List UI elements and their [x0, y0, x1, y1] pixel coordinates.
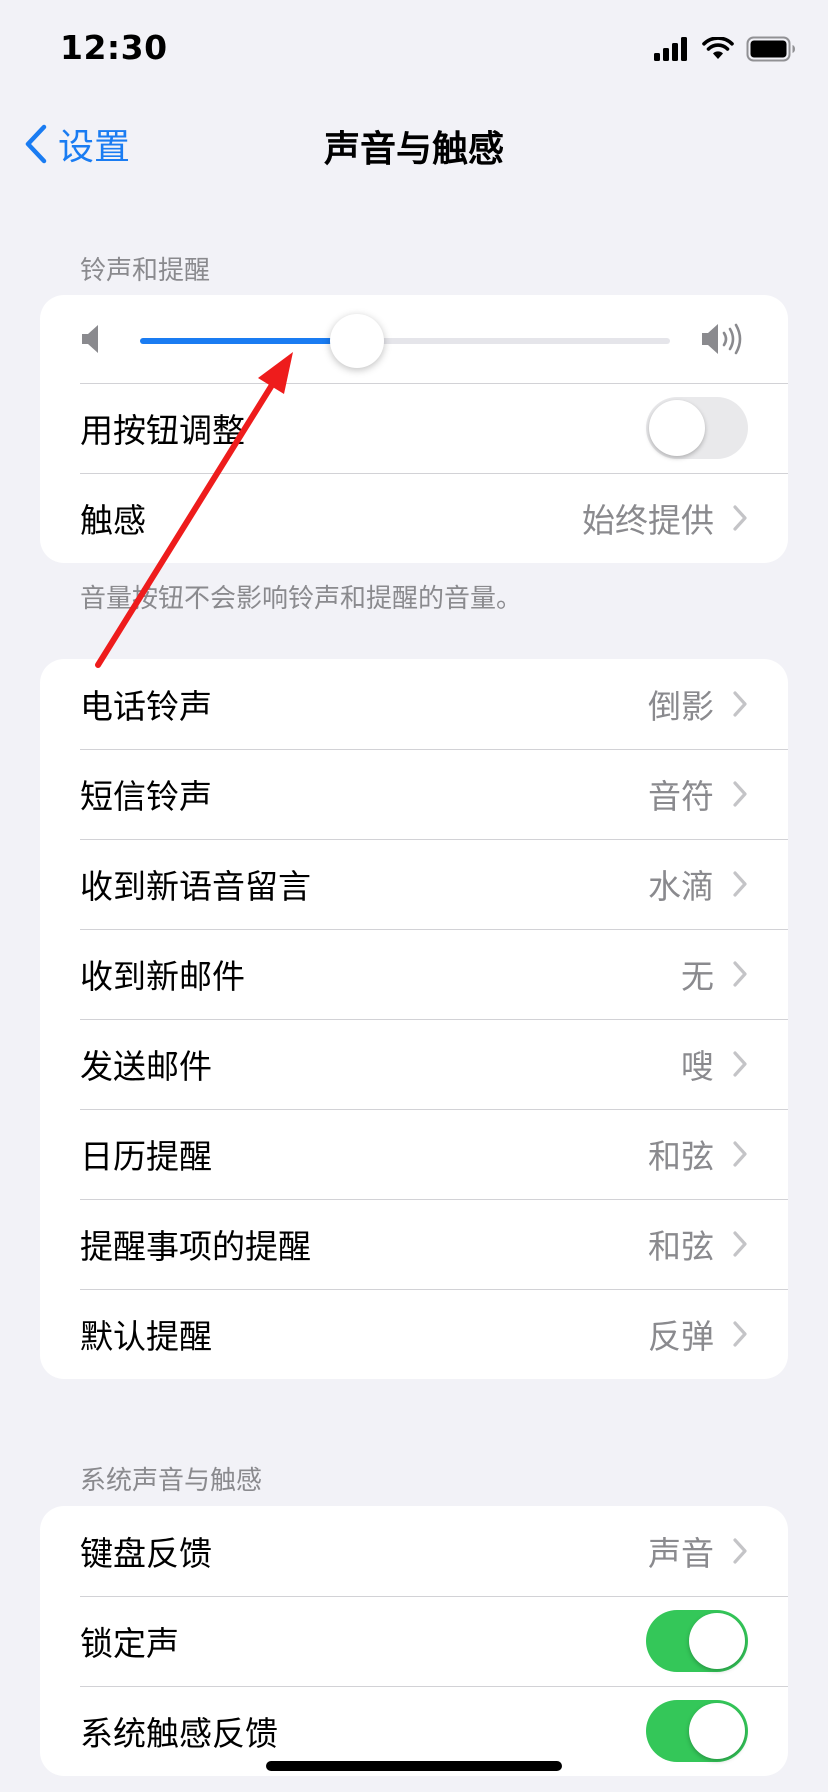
chevron-right-icon: [732, 1050, 748, 1078]
lock-sound-toggle[interactable]: [646, 1610, 748, 1672]
sound-row-4[interactable]: 发送邮件 嗖: [40, 1019, 788, 1109]
keyboard-feedback-row[interactable]: 键盘反馈 声音: [40, 1506, 788, 1596]
sound-row-0[interactable]: 电话铃声 倒影: [40, 659, 788, 749]
system-card: 键盘反馈 声音 锁定声 系统触感反馈: [40, 1506, 788, 1776]
system-haptics-label: 系统触感反馈: [80, 1714, 278, 1753]
chevron-right-icon: [732, 690, 748, 718]
ringer-card: 用按钮调整 触感 始终提供: [40, 295, 788, 563]
speaker-low-icon: [82, 325, 98, 353]
battery-icon: [746, 36, 795, 62]
sound-row-5[interactable]: 日历提醒 和弦: [40, 1109, 788, 1199]
sound-value: 无: [681, 957, 714, 996]
sound-label: 收到新语音留言: [80, 867, 311, 906]
sound-label: 收到新邮件: [80, 957, 245, 996]
sounds-card: 电话铃声 倒影 短信铃声 音符 收到新语音留言 水滴 收到新邮件 无 发送邮件 …: [40, 659, 788, 1379]
sound-row-6[interactable]: 提醒事项的提醒 和弦: [40, 1199, 788, 1289]
sound-label: 默认提醒: [80, 1317, 212, 1356]
chevron-right-icon: [732, 504, 748, 532]
toggle-knob: [689, 1703, 745, 1759]
sound-label: 日历提醒: [80, 1137, 212, 1176]
nav-bar: 设置 声音与触感: [0, 100, 828, 180]
sound-row-3[interactable]: 收到新邮件 无: [40, 929, 788, 1019]
speaker-high-icon: [702, 323, 742, 355]
sound-label: 提醒事项的提醒: [80, 1227, 311, 1266]
sound-value: 音符: [648, 777, 714, 816]
lock-sound-row: 锁定声: [40, 1596, 788, 1686]
sound-value: 和弦: [648, 1137, 714, 1176]
system-section-header: 系统声音与触感: [80, 1466, 263, 1496]
cellular-signal-icon: [654, 37, 687, 61]
sound-label: 发送邮件: [80, 1047, 212, 1086]
status-bar: 12:30: [0, 0, 828, 100]
volume-slider[interactable]: [140, 314, 670, 368]
sound-value: 倒影: [648, 687, 714, 726]
adjust-with-buttons-label: 用按钮调整: [80, 411, 245, 450]
sound-value: 反弹: [648, 1317, 714, 1356]
haptics-value: 始终提供: [582, 501, 714, 540]
haptics-row[interactable]: 触感 始终提供: [40, 473, 788, 563]
sound-row-7[interactable]: 默认提醒 反弹: [40, 1289, 788, 1379]
sound-label: 短信铃声: [80, 777, 212, 816]
status-icons: [654, 34, 796, 64]
sound-label: 电话铃声: [80, 687, 212, 726]
chevron-right-icon: [732, 1230, 748, 1258]
chevron-right-icon: [732, 870, 748, 898]
chevron-right-icon: [732, 1140, 748, 1168]
haptics-label: 触感: [80, 501, 146, 540]
ringer-section-header: 铃声和提醒: [80, 256, 211, 286]
volume-slider-row: [40, 295, 788, 383]
page-title: 声音与触感: [323, 129, 504, 170]
sound-value: 水滴: [648, 867, 714, 906]
keyboard-feedback-value: 声音: [648, 1534, 714, 1573]
lock-sound-label: 锁定声: [80, 1624, 179, 1663]
chevron-right-icon: [732, 1320, 748, 1348]
status-time: 12:30: [60, 28, 168, 67]
toggle-knob: [649, 400, 705, 456]
system-haptics-toggle[interactable]: [646, 1700, 748, 1762]
volume-slider-thumb[interactable]: [330, 314, 385, 368]
chevron-right-icon: [732, 1537, 748, 1565]
home-indicator: [266, 1761, 562, 1771]
keyboard-feedback-label: 键盘反馈: [80, 1534, 212, 1573]
chevron-right-icon: [732, 960, 748, 988]
sound-row-2[interactable]: 收到新语音留言 水滴: [40, 839, 788, 929]
sound-value: 嗖: [681, 1047, 714, 1086]
wifi-icon: [702, 37, 734, 59]
chevron-right-icon: [732, 780, 748, 808]
sound-row-1[interactable]: 短信铃声 音符: [40, 749, 788, 839]
adjust-with-buttons-toggle[interactable]: [646, 397, 748, 459]
volume-slider-fill: [140, 338, 358, 344]
adjust-with-buttons-row: 用按钮调整: [40, 383, 788, 473]
sound-value: 和弦: [648, 1227, 714, 1266]
toggle-knob: [689, 1613, 745, 1669]
ringer-section-footer: 音量按钮不会影响铃声和提醒的音量。: [80, 584, 523, 614]
